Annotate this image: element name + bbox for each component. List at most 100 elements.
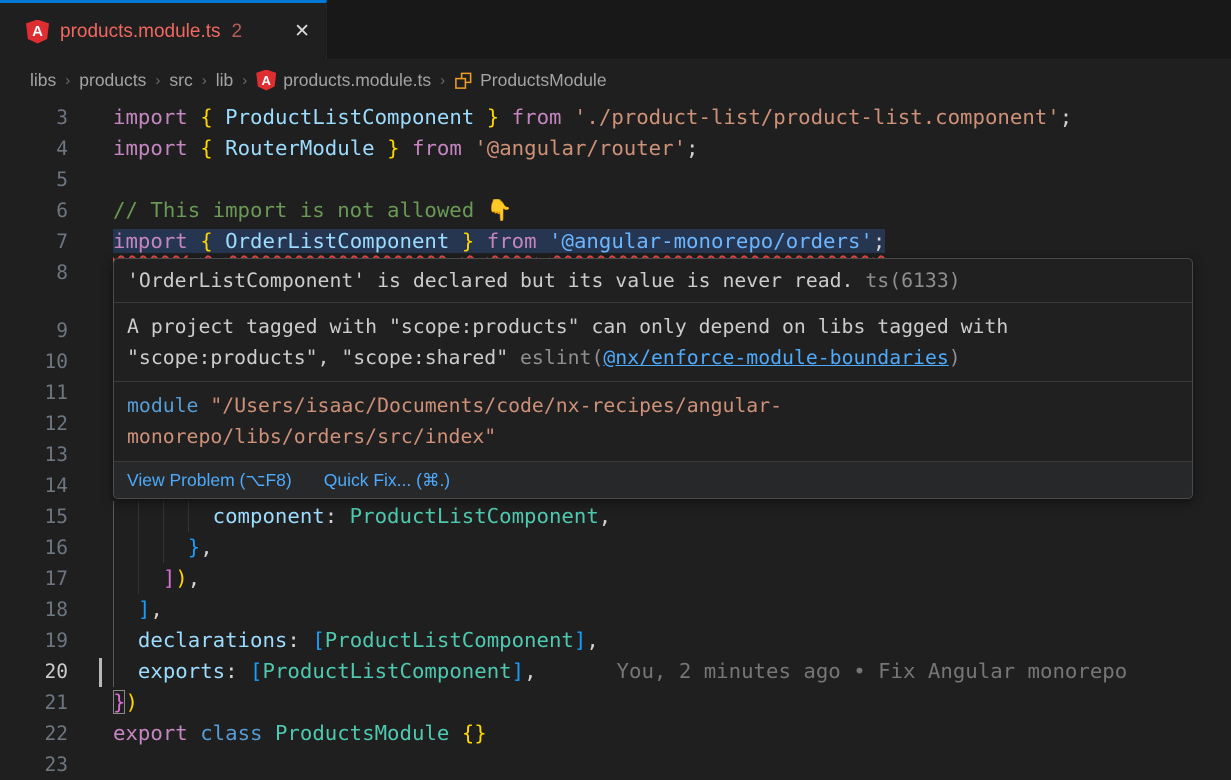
- line-content: ],: [113, 594, 163, 625]
- quick-fix-link[interactable]: Quick Fix... (⌘.): [324, 470, 450, 491]
- breadcrumb: libs › products › src › lib › A products…: [0, 60, 1231, 100]
- module-link[interactable]: '@angular-monorepo/orders': [549, 229, 873, 253]
- code-token: [188, 721, 200, 745]
- code-line-17[interactable]: 17 ]),: [0, 563, 1231, 594]
- code-line-16[interactable]: 16 },: [0, 532, 1231, 563]
- line-number: 13: [0, 439, 68, 470]
- code-token: '@angular/router': [474, 136, 686, 160]
- breadcrumb-item-products[interactable]: products: [79, 70, 146, 91]
- code-token: ,: [586, 628, 598, 652]
- eslint-rule-link[interactable]: @nx/enforce-module-boundaries: [603, 346, 948, 369]
- breadcrumb-item-file[interactable]: A products.module.ts: [256, 70, 431, 91]
- line-content: component: ProductListComponent,: [113, 501, 611, 532]
- code-token: import: [113, 136, 188, 160]
- hover-text-line: 'OrderListComponent' is declared but its…: [127, 265, 1179, 296]
- code-line-19[interactable]: 19 declarations: [ProductListComponent],: [0, 625, 1231, 656]
- code-line-23[interactable]: 23: [0, 749, 1231, 780]
- code-token: 👇: [487, 198, 513, 222]
- line-number: 18: [0, 594, 68, 625]
- code-token: './product-list/product-list.component': [574, 105, 1060, 129]
- code-token: exports: [138, 659, 225, 683]
- indent-guide: [113, 656, 114, 687]
- hover-text: monorepo/libs/orders/src/index": [127, 425, 496, 448]
- text-cursor: [99, 658, 102, 687]
- code-token: export: [113, 721, 188, 745]
- line-content: import { OrderListComponent } from '@ang…: [113, 226, 885, 257]
- indent-guide: [113, 501, 114, 532]
- code-token: [561, 105, 573, 129]
- code-line-6[interactable]: 6// This import is not allowed 👇: [0, 195, 1231, 226]
- code-line-20[interactable]: 20 exports: [ProductListComponent],You, …: [0, 656, 1231, 687]
- code-token: [449, 721, 461, 745]
- code-token: ): [175, 566, 187, 590]
- line-content: import { ProductListComponent } from './…: [113, 102, 1072, 133]
- code-token: ,: [200, 535, 212, 559]
- code-token: [400, 136, 412, 160]
- angular-icon: A: [256, 70, 276, 91]
- line-content: }): [113, 687, 138, 718]
- indent-guide: [113, 625, 114, 656]
- code-line-5[interactable]: 5: [0, 164, 1231, 195]
- angular-icon: A: [26, 20, 49, 44]
- code-token: }: [188, 535, 200, 559]
- line-number: 14: [0, 470, 68, 501]
- line-number: 8: [0, 257, 68, 288]
- breadcrumb-item-libs[interactable]: libs: [30, 70, 56, 91]
- code-token: [113, 597, 138, 621]
- code-token: }: [462, 229, 474, 253]
- code-token: {: [200, 105, 212, 129]
- hover-text: "scope:products", "scope:shared": [127, 346, 520, 369]
- chevron-right-icon: ›: [65, 72, 70, 89]
- code-token: // This import is not allowed: [113, 198, 487, 222]
- line-number: 21: [0, 687, 68, 718]
- code-token: [213, 105, 225, 129]
- code-token: import: [113, 105, 188, 129]
- line-number: 17: [0, 563, 68, 594]
- code-token: }: [113, 690, 125, 714]
- line-number: 20: [0, 656, 68, 687]
- indent-guide: [113, 594, 114, 625]
- hover-text: ts(6133): [853, 269, 960, 292]
- code-line-18[interactable]: 18 ],: [0, 594, 1231, 625]
- breadcrumb-item-symbol[interactable]: ProductsModule: [454, 70, 606, 91]
- indent-guide: [113, 532, 114, 563]
- indent-guide: [163, 501, 164, 532]
- hover-message-2: A project tagged with "scope:products" c…: [114, 303, 1192, 382]
- code-token: ,: [599, 504, 611, 528]
- code-token: [: [312, 628, 324, 652]
- line-number: 12: [0, 408, 68, 439]
- indent-guide: [138, 563, 139, 594]
- code-line-3[interactable]: 3import { ProductListComponent } from '.…: [0, 102, 1231, 133]
- code-token: declarations: [138, 628, 287, 652]
- line-content: export class ProductsModule {}: [113, 718, 487, 749]
- code-token: [474, 229, 486, 253]
- code-token: import: [113, 229, 188, 253]
- hover-text-line: monorepo/libs/orders/src/index": [127, 421, 1179, 452]
- line-number: 5: [0, 164, 68, 195]
- tab-products-module[interactable]: A products.module.ts 2 ✕: [0, 0, 327, 60]
- close-icon[interactable]: ✕: [294, 20, 310, 43]
- breadcrumb-item-lib[interactable]: lib: [216, 70, 234, 91]
- code-token: ProductsModule: [275, 721, 449, 745]
- code-token: from: [512, 105, 562, 129]
- view-problem-link[interactable]: View Problem (⌥F8): [127, 470, 292, 491]
- code-editor[interactable]: 3import { ProductListComponent } from '.…: [0, 100, 1231, 780]
- code-line-15[interactable]: 15 component: ProductListComponent,: [0, 501, 1231, 532]
- hover-status-bar: View Problem (⌥F8) Quick Fix... (⌘.): [114, 462, 1192, 498]
- code-token: }: [487, 105, 499, 129]
- class-symbol-icon: [454, 71, 473, 90]
- code-token: [213, 136, 225, 160]
- code-line-21[interactable]: 21}): [0, 687, 1231, 718]
- breadcrumb-file-label: products.module.ts: [283, 70, 431, 91]
- code-line-22[interactable]: 22export class ProductsModule {}: [0, 718, 1231, 749]
- line-number: 10: [0, 346, 68, 377]
- indent-guide: [138, 532, 139, 563]
- line-content: },: [113, 532, 213, 563]
- line-content: // This import is not allowed 👇: [113, 195, 512, 226]
- code-token: [188, 229, 200, 253]
- breadcrumb-item-src[interactable]: src: [169, 70, 192, 91]
- code-line-4[interactable]: 4import { RouterModule } from '@angular/…: [0, 133, 1231, 164]
- code-token: :: [325, 504, 350, 528]
- line-number: 15: [0, 501, 68, 532]
- code-line-7[interactable]: 7import { OrderListComponent } from '@an…: [0, 226, 1231, 257]
